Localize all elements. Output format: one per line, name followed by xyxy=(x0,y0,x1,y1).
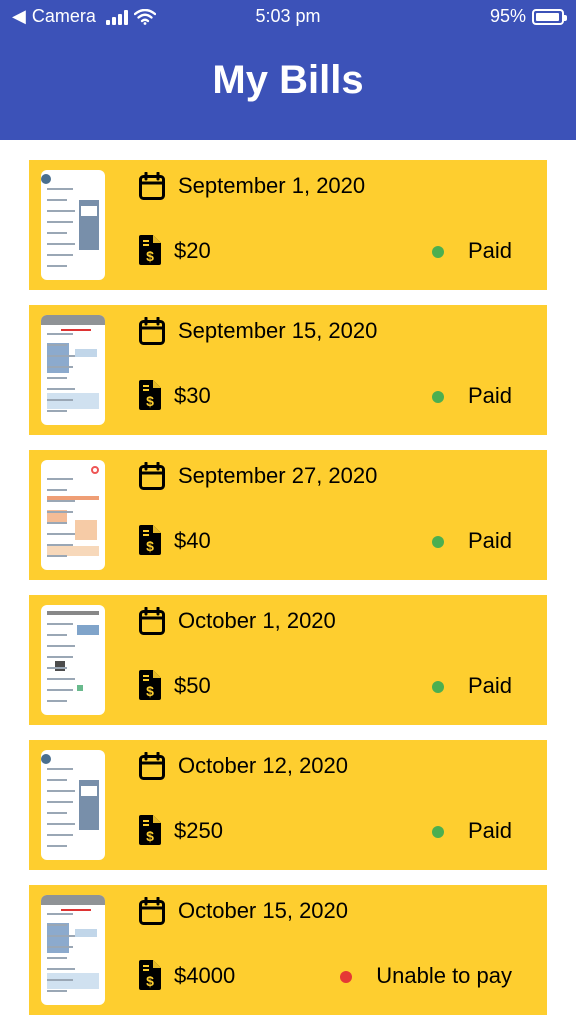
invoice-dollar-icon: $ xyxy=(139,960,161,990)
status-dot xyxy=(340,971,353,983)
bill-card[interactable]: October 15, 2020 $ $4000 Unable to pay xyxy=(29,885,547,1015)
status-dot xyxy=(431,246,444,258)
bill-status: Paid xyxy=(467,673,512,698)
svg-text:$: $ xyxy=(146,828,154,844)
status-dot xyxy=(431,391,444,403)
invoice-dollar-icon: $ xyxy=(139,235,161,265)
svg-text:$: $ xyxy=(146,683,154,699)
bill-card[interactable]: September 15, 2020 $ $30 Paid xyxy=(29,305,547,435)
bill-thumbnail[interactable] xyxy=(41,460,105,570)
bill-list: September 1, 2020 $ $20 Paid September 15, 2… xyxy=(29,160,547,1030)
invoice-dollar-icon: $ xyxy=(139,815,161,845)
bill-date: October 12, 2020 xyxy=(178,753,349,778)
bill-card[interactable]: October 1, 2020 $ $50 Paid xyxy=(29,595,547,725)
bill-thumbnail[interactable] xyxy=(41,895,105,1005)
status-dot xyxy=(431,536,444,548)
battery-status: 95% xyxy=(489,6,567,27)
calendar-icon xyxy=(139,316,165,345)
calendar-icon xyxy=(139,171,165,200)
bill-status: Paid xyxy=(467,238,512,263)
calendar-icon xyxy=(139,606,165,635)
svg-text:$: $ xyxy=(146,393,154,409)
bill-thumbnail[interactable] xyxy=(41,315,105,425)
bill-status: Paid xyxy=(467,528,512,553)
page-title: My Bills xyxy=(212,58,364,102)
svg-text:$: $ xyxy=(146,973,154,989)
bill-date: October 1, 2020 xyxy=(178,608,336,633)
status-dot xyxy=(431,681,444,693)
status-bar: ◀ Camera 5:03 pm 95% xyxy=(0,0,576,34)
bill-amount: $50 xyxy=(174,673,211,698)
calendar-icon xyxy=(139,461,165,490)
svg-text:$: $ xyxy=(146,538,154,554)
bill-status: Unable to pay xyxy=(376,963,512,988)
bill-amount: $30 xyxy=(174,383,211,408)
bill-date: October 15, 2020 xyxy=(178,898,349,923)
bill-amount: $40 xyxy=(174,528,211,553)
bill-thumbnail[interactable] xyxy=(41,605,105,715)
bill-amount: $4000 xyxy=(174,963,236,988)
bill-date: September 15, 2020 xyxy=(178,318,378,343)
bill-thumbnail[interactable] xyxy=(41,750,105,860)
calendar-icon xyxy=(139,751,165,780)
bill-status: Paid xyxy=(467,818,512,843)
bill-status: Paid xyxy=(467,383,512,408)
bill-card[interactable]: October 12, 2020 $ $250 Paid xyxy=(29,740,547,870)
app-header: ◀ Camera 5:03 pm 95% My Bills xyxy=(0,0,576,140)
invoice-dollar-icon: $ xyxy=(139,380,161,410)
svg-text:$: $ xyxy=(146,248,154,264)
bill-date: September 1, 2020 xyxy=(178,173,366,198)
status-dot xyxy=(431,826,444,838)
bill-amount: $250 xyxy=(174,818,223,843)
battery-percent: 95% xyxy=(489,6,526,26)
bill-thumbnail[interactable] xyxy=(41,170,105,280)
invoice-dollar-icon: $ xyxy=(139,670,161,700)
bill-date: September 27, 2020 xyxy=(178,463,378,488)
bill-card[interactable]: September 1, 2020 $ $20 Paid xyxy=(29,160,547,290)
calendar-icon xyxy=(139,896,165,925)
bill-card[interactable]: September 27, 2020 $ $40 Paid xyxy=(29,450,547,580)
bill-amount: $20 xyxy=(174,238,211,263)
invoice-dollar-icon: $ xyxy=(139,525,161,555)
battery-icon xyxy=(532,8,567,25)
